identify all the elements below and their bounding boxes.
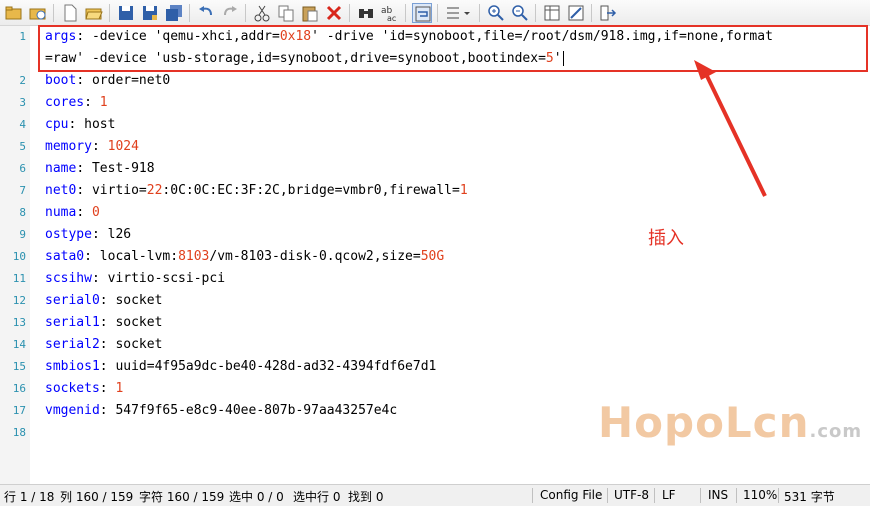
watermark-main: HopoLcn (598, 398, 810, 447)
watermark-suffix: .com (809, 421, 863, 442)
status-separator (778, 488, 779, 503)
status-file-type[interactable]: Config File (540, 488, 602, 502)
status-chars: 字符 160 / 159 (139, 490, 225, 504)
status-separator (532, 488, 533, 503)
status-encoding[interactable]: UTF-8 (614, 488, 649, 502)
status-bytes: 531 字节 (784, 490, 835, 504)
status-separator (654, 488, 655, 503)
watermark-logo: HopoLcn.com (598, 398, 862, 447)
status-col: 列 160 / 159 (60, 490, 134, 504)
status-zoom[interactable]: 110% (743, 488, 777, 502)
status-line-ending[interactable]: LF (662, 488, 676, 502)
status-separator (736, 488, 737, 503)
status-separator (607, 488, 608, 503)
status-separator (700, 488, 701, 503)
status-selected-lines: 选中行 0 (293, 490, 341, 504)
status-found: 找到 0 (348, 490, 384, 504)
status-insert-mode[interactable]: INS (708, 488, 728, 502)
insert-note: 插入 (648, 228, 684, 249)
status-row: 行 1 / 18 (4, 490, 55, 504)
status-bar: 行 1 / 18 列 160 / 159 字符 160 / 159 选中 0 /… (0, 484, 870, 506)
status-selected: 选中 0 / 0 (229, 490, 284, 504)
